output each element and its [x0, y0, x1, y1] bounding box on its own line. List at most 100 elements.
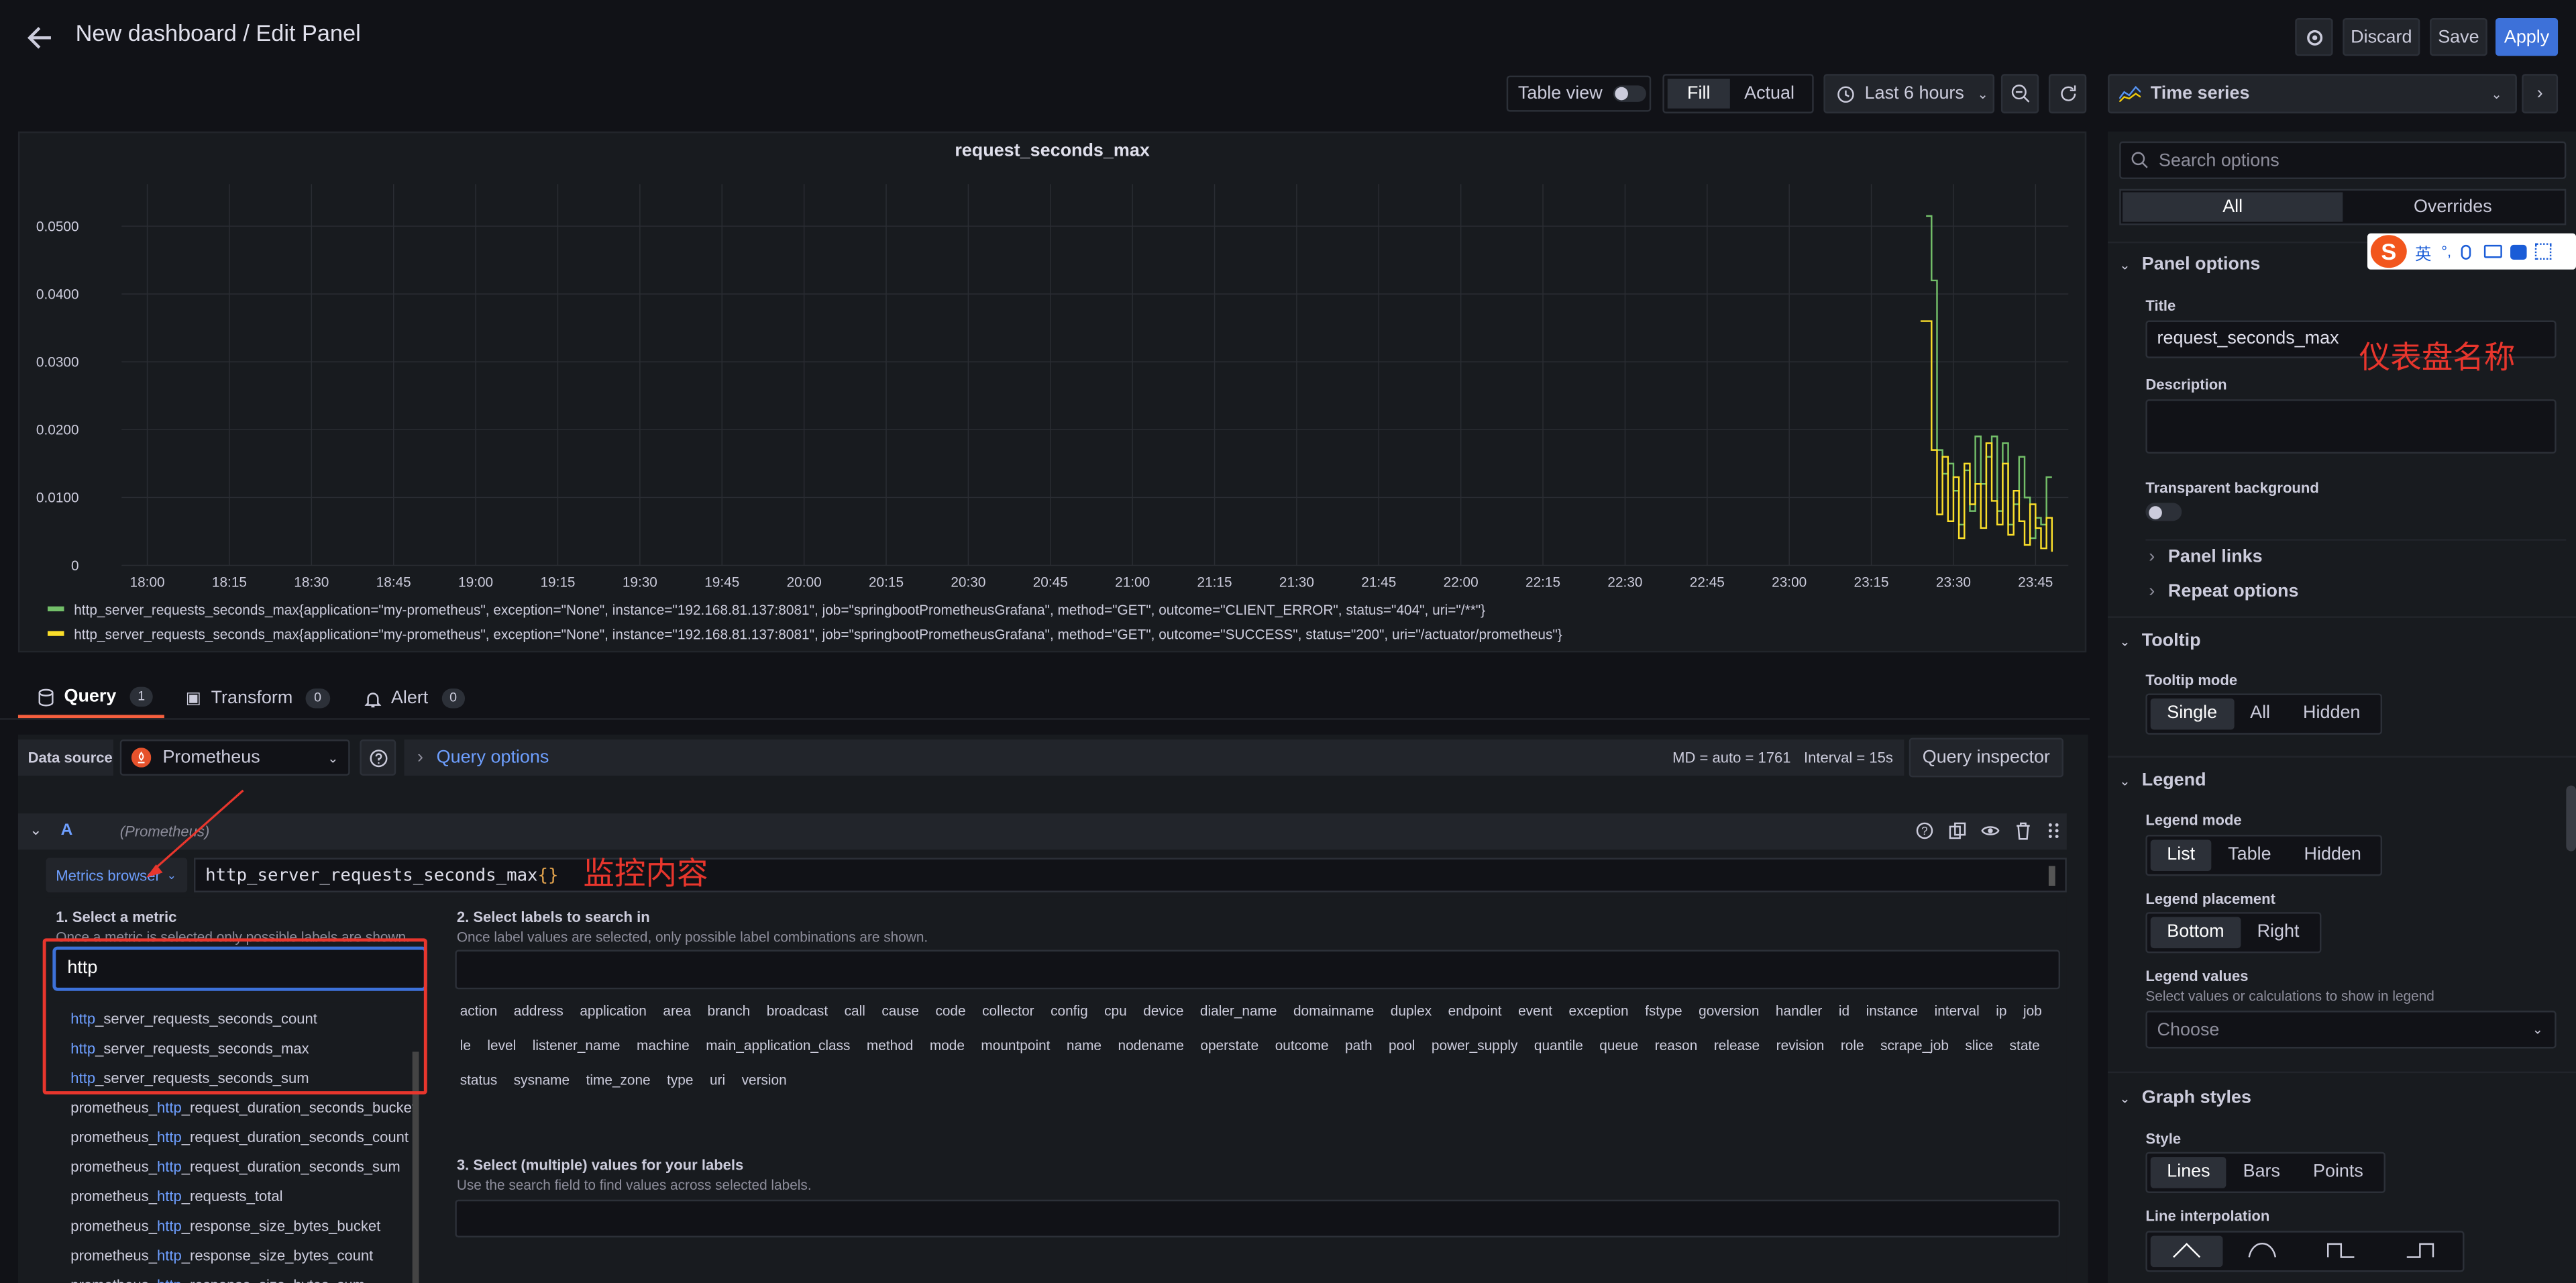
table-view-switch[interactable] [1613, 85, 1647, 102]
label-chip[interactable]: config [1051, 994, 1088, 1029]
label-chip[interactable]: broadcast [767, 994, 828, 1029]
section-tooltip[interactable]: ⌄ Tooltip [2119, 631, 2200, 650]
query-expression-input[interactable]: http_server_requests_seconds_max{} [193, 858, 2067, 892]
trash-icon[interactable] [2014, 822, 2032, 840]
toolbox-icon[interactable] [2535, 243, 2552, 260]
metric-option[interactable]: prometheus_http_request_duration_seconds… [54, 1123, 419, 1152]
label-chip[interactable]: application [580, 994, 647, 1029]
tooltip-hidden-option[interactable]: Hidden [2287, 699, 2377, 730]
label-chip[interactable]: area [663, 994, 691, 1029]
zoom-out-button[interactable] [2000, 74, 2039, 113]
label-chip[interactable]: id [1839, 994, 1849, 1029]
label-search-input[interactable] [455, 950, 2061, 990]
chart-svg[interactable]: 0.0500 0.0400 0.0300 0.0200 0.0100 0 18:00 18:1… [19, 133, 2088, 654]
interp-linear-option[interactable] [2150, 1235, 2223, 1268]
tab-overrides[interactable]: Overrides [2343, 193, 2563, 222]
label-chip[interactable]: level [487, 1029, 516, 1063]
label-chip[interactable]: interval [1935, 994, 1980, 1029]
copy-icon[interactable] [1949, 822, 1967, 840]
label-chip[interactable]: sysname [514, 1064, 570, 1098]
metric-option[interactable]: prometheus_http_response_size_bytes_buck… [54, 1211, 419, 1241]
value-search-input[interactable] [455, 1199, 2061, 1238]
label-chip[interactable]: le [460, 1029, 471, 1063]
eye-icon[interactable] [1981, 822, 2000, 840]
label-chip[interactable]: device [1143, 994, 1183, 1029]
discard-button[interactable]: Discard [2343, 17, 2420, 56]
interp-smooth-option[interactable] [2222, 1236, 2302, 1268]
label-chip[interactable]: job [2023, 994, 2042, 1029]
label-chip[interactable]: ip [1996, 994, 2006, 1029]
legend-bottom-option[interactable]: Bottom [2150, 917, 2241, 949]
search-options-input[interactable]: Search options [2119, 141, 2567, 179]
metric-option[interactable]: prometheus_http_requests_total [54, 1182, 419, 1211]
label-chip[interactable]: main_application_class [706, 1029, 850, 1063]
datasource-help-button[interactable] [360, 739, 396, 776]
legend-values-select[interactable]: Choose ⌄ [2145, 1011, 2557, 1049]
tab-all[interactable]: All [2123, 192, 2343, 222]
skin-icon[interactable] [2510, 244, 2527, 259]
sogou-logo-icon[interactable]: S [2370, 235, 2407, 268]
interp-step-after-option[interactable] [2381, 1236, 2460, 1268]
label-chip[interactable]: release [1714, 1029, 1760, 1063]
label-chip[interactable]: path [1345, 1029, 1373, 1063]
label-chip[interactable]: time_zone [586, 1064, 651, 1098]
section-legend[interactable]: ⌄ Legend [2119, 771, 2206, 790]
section-graph-styles[interactable]: ⌄ Graph styles [2119, 1088, 2251, 1107]
metric-option[interactable]: prometheus_http_request_duration_seconds… [54, 1152, 419, 1182]
label-chip[interactable]: operstate [1200, 1029, 1258, 1063]
style-points-option[interactable]: Points [2297, 1157, 2380, 1188]
apply-button[interactable]: Apply [2496, 17, 2559, 56]
label-chip[interactable]: fstype [1645, 994, 1682, 1029]
section-panel-options[interactable]: ⌄ Panel options [2119, 255, 2260, 274]
actual-option[interactable]: Actual [1730, 79, 1809, 109]
label-chip[interactable]: dialer_name [1200, 994, 1277, 1029]
fill-option[interactable]: Fill [1667, 79, 1730, 109]
refresh-button[interactable] [2048, 74, 2087, 113]
options-scroll-handle[interactable] [2566, 785, 2576, 852]
label-chip[interactable]: goversion [1699, 994, 1759, 1029]
ime-punctuation[interactable]: °, [2441, 243, 2451, 259]
legend-list-option[interactable]: List [2150, 839, 2212, 871]
label-chip[interactable]: mode [930, 1029, 965, 1063]
label-chip[interactable]: scrape_job [1880, 1029, 1949, 1063]
label-chip[interactable]: nodename [1118, 1029, 1184, 1063]
legend-item[interactable]: http_server_requests_seconds_max{applica… [48, 621, 1562, 646]
settings-button[interactable] [2295, 17, 2333, 56]
help-icon[interactable]: ? [1916, 822, 1934, 840]
label-chip[interactable]: branch [708, 994, 751, 1029]
panel-links-section[interactable]: › Panel links [2149, 548, 2262, 567]
tooltip-all-option[interactable]: All [2234, 699, 2287, 730]
label-chip[interactable]: name [1067, 1029, 1102, 1063]
label-chip[interactable]: quantile [1534, 1029, 1583, 1063]
label-chip[interactable]: call [845, 994, 865, 1029]
drag-handle-icon[interactable] [2047, 822, 2060, 840]
label-chip[interactable]: cause [881, 994, 919, 1029]
label-chip[interactable]: address [514, 994, 564, 1029]
style-bars-option[interactable]: Bars [2226, 1157, 2296, 1188]
label-chip[interactable]: collector [982, 994, 1034, 1029]
back-arrow-icon[interactable] [25, 21, 58, 54]
description-textarea[interactable] [2145, 399, 2557, 454]
microphone-icon[interactable] [2461, 244, 2471, 259]
legend-hidden-option[interactable]: Hidden [2288, 839, 2377, 871]
label-chip[interactable]: outcome [1275, 1029, 1329, 1063]
label-chip[interactable]: machine [637, 1029, 690, 1063]
transparent-switch[interactable] [2145, 503, 2182, 521]
label-chip[interactable]: code [935, 994, 965, 1029]
tab-alert[interactable]: Alert 0 [364, 678, 466, 718]
label-chip[interactable]: duplex [1391, 994, 1432, 1029]
label-chip[interactable]: revision [1776, 1029, 1825, 1063]
save-button[interactable]: Save [2430, 17, 2487, 56]
label-chip[interactable]: mountpoint [981, 1029, 1050, 1063]
label-chip[interactable]: instance [1866, 994, 1919, 1029]
label-chip[interactable]: endpoint [1448, 994, 1502, 1029]
interp-step-before-option[interactable] [2302, 1236, 2381, 1268]
label-chip[interactable]: handler [1776, 994, 1822, 1029]
metric-option[interactable]: prometheus_http_response_size_bytes_coun… [54, 1241, 419, 1270]
tab-query[interactable]: Query 1 [17, 678, 164, 719]
label-chip[interactable]: exception [1568, 994, 1628, 1029]
label-chip[interactable]: listener_name [533, 1029, 621, 1063]
label-chip[interactable]: version [742, 1064, 787, 1098]
visualization-picker[interactable]: Time series ⌄ [2108, 74, 2517, 113]
label-chip[interactable]: slice [1965, 1029, 1993, 1063]
